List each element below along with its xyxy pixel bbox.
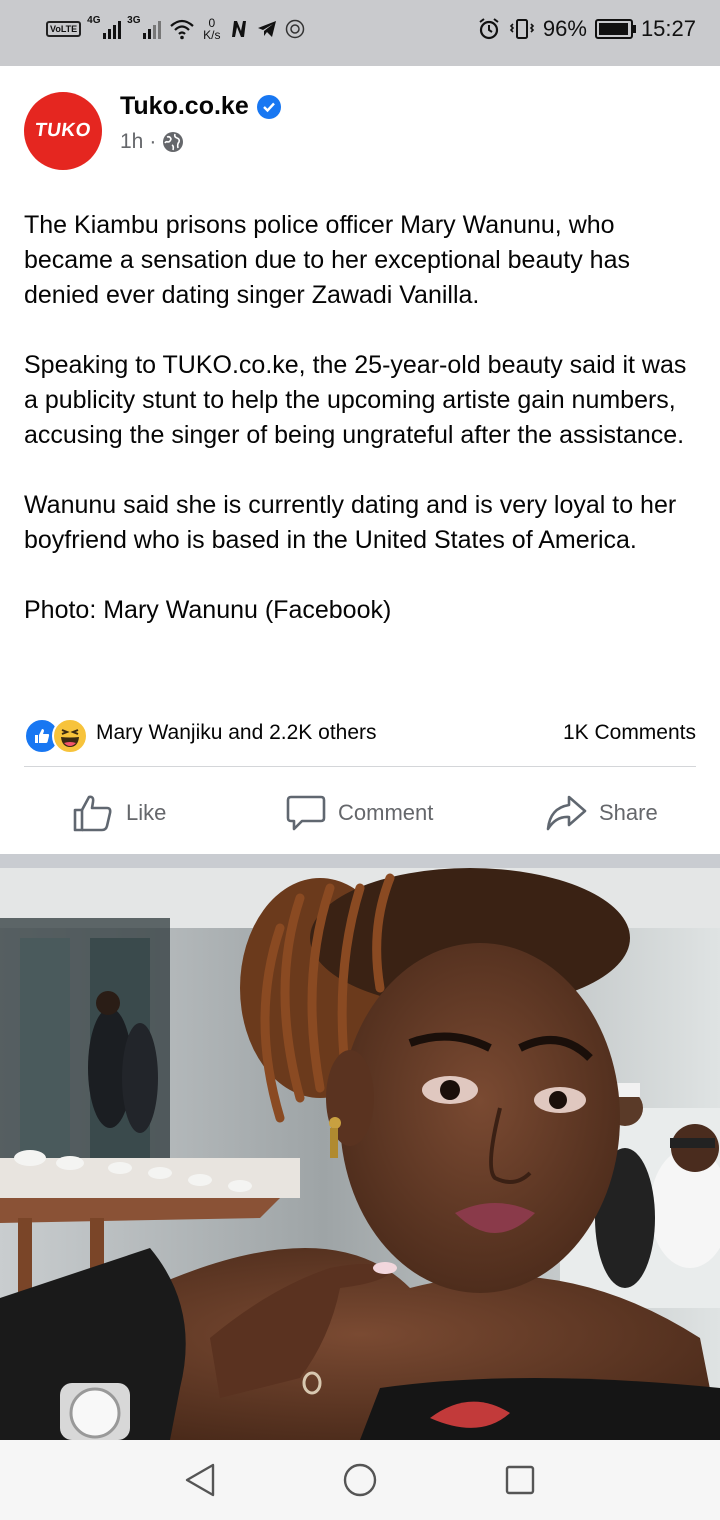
like-label: Like [126, 800, 167, 825]
post-actions: Like Comment Share [0, 776, 720, 850]
system-nav-bar [0, 1440, 720, 1520]
signal-4g-icon: 4G [87, 15, 122, 39]
network-speed: 0 K/s [203, 16, 221, 42]
crest-icon [285, 19, 304, 39]
post-meta: 1h · [120, 130, 184, 154]
status-bar: VoLTE 4G 3G 0 K/s 96% 15:27 [0, 0, 720, 66]
recents-button[interactable] [500, 1460, 540, 1500]
vibrate-icon [509, 19, 535, 39]
post-paragraph: The Kiambu prisons police officer Mary W… [24, 211, 630, 309]
page-logo-text: TUKO [33, 120, 93, 141]
reactions-text[interactable]: Mary Wanjiku and 2.2K others [96, 721, 377, 745]
reaction-icons [24, 718, 92, 754]
share-label: Share [599, 800, 658, 825]
globe-icon [163, 132, 184, 152]
page-name-row: Tuko.co.ke [120, 92, 281, 121]
telegram-icon [257, 21, 276, 37]
haha-reaction-icon [52, 718, 88, 754]
back-triangle-icon [185, 1463, 215, 1497]
post-photo-image [0, 868, 720, 1440]
post-text: The Kiambu prisons police officer Mary W… [24, 208, 700, 628]
comments-count[interactable]: 1K Comments [563, 721, 696, 745]
status-left: VoLTE 4G 3G 0 K/s [46, 14, 305, 44]
battery-percent: 96% [542, 16, 587, 41]
post-paragraph: Wanunu said she is currently dating and … [24, 491, 677, 554]
comment-button[interactable]: Comment [286, 788, 433, 838]
home-circle-icon [343, 1463, 377, 1497]
post-paragraph: Speaking to TUKO.co.ke, the 25-year-old … [24, 351, 687, 449]
share-icon [546, 795, 587, 831]
page-name[interactable]: Tuko.co.ke [120, 92, 249, 121]
comment-label: Comment [338, 800, 434, 825]
comment-icon [286, 795, 326, 831]
back-button[interactable] [180, 1460, 220, 1500]
meta-separator: · [149, 130, 157, 153]
post-header: TUKO Tuko.co.ke 1h · [24, 90, 704, 170]
post-photo-credit: Photo: Mary Wanunu (Facebook) [24, 596, 392, 624]
reactions-summary[interactable]: Mary Wanjiku and 2.2K others 1K Comments [24, 716, 696, 754]
feed-separator [0, 854, 720, 868]
clock: 15:27 [640, 16, 696, 41]
n-notification-icon [231, 21, 246, 37]
signal-3g-icon: 3G [127, 15, 162, 39]
battery-icon [594, 19, 636, 39]
wifi-icon [170, 19, 194, 40]
volte-badge: VoLTE [46, 21, 82, 37]
home-button[interactable] [340, 1460, 380, 1500]
page-avatar[interactable]: TUKO [24, 92, 102, 170]
recents-square-icon [505, 1465, 535, 1495]
like-button[interactable]: Like [72, 788, 166, 838]
divider [24, 766, 696, 767]
alarm-icon [479, 18, 499, 40]
verified-badge-icon [256, 94, 281, 119]
post-photo[interactable] [0, 868, 720, 1440]
status-right: 96% 15:27 [477, 12, 696, 46]
thumbs-up-icon [73, 795, 112, 832]
share-button[interactable]: Share [545, 788, 658, 838]
post-time[interactable]: 1h [120, 130, 143, 154]
